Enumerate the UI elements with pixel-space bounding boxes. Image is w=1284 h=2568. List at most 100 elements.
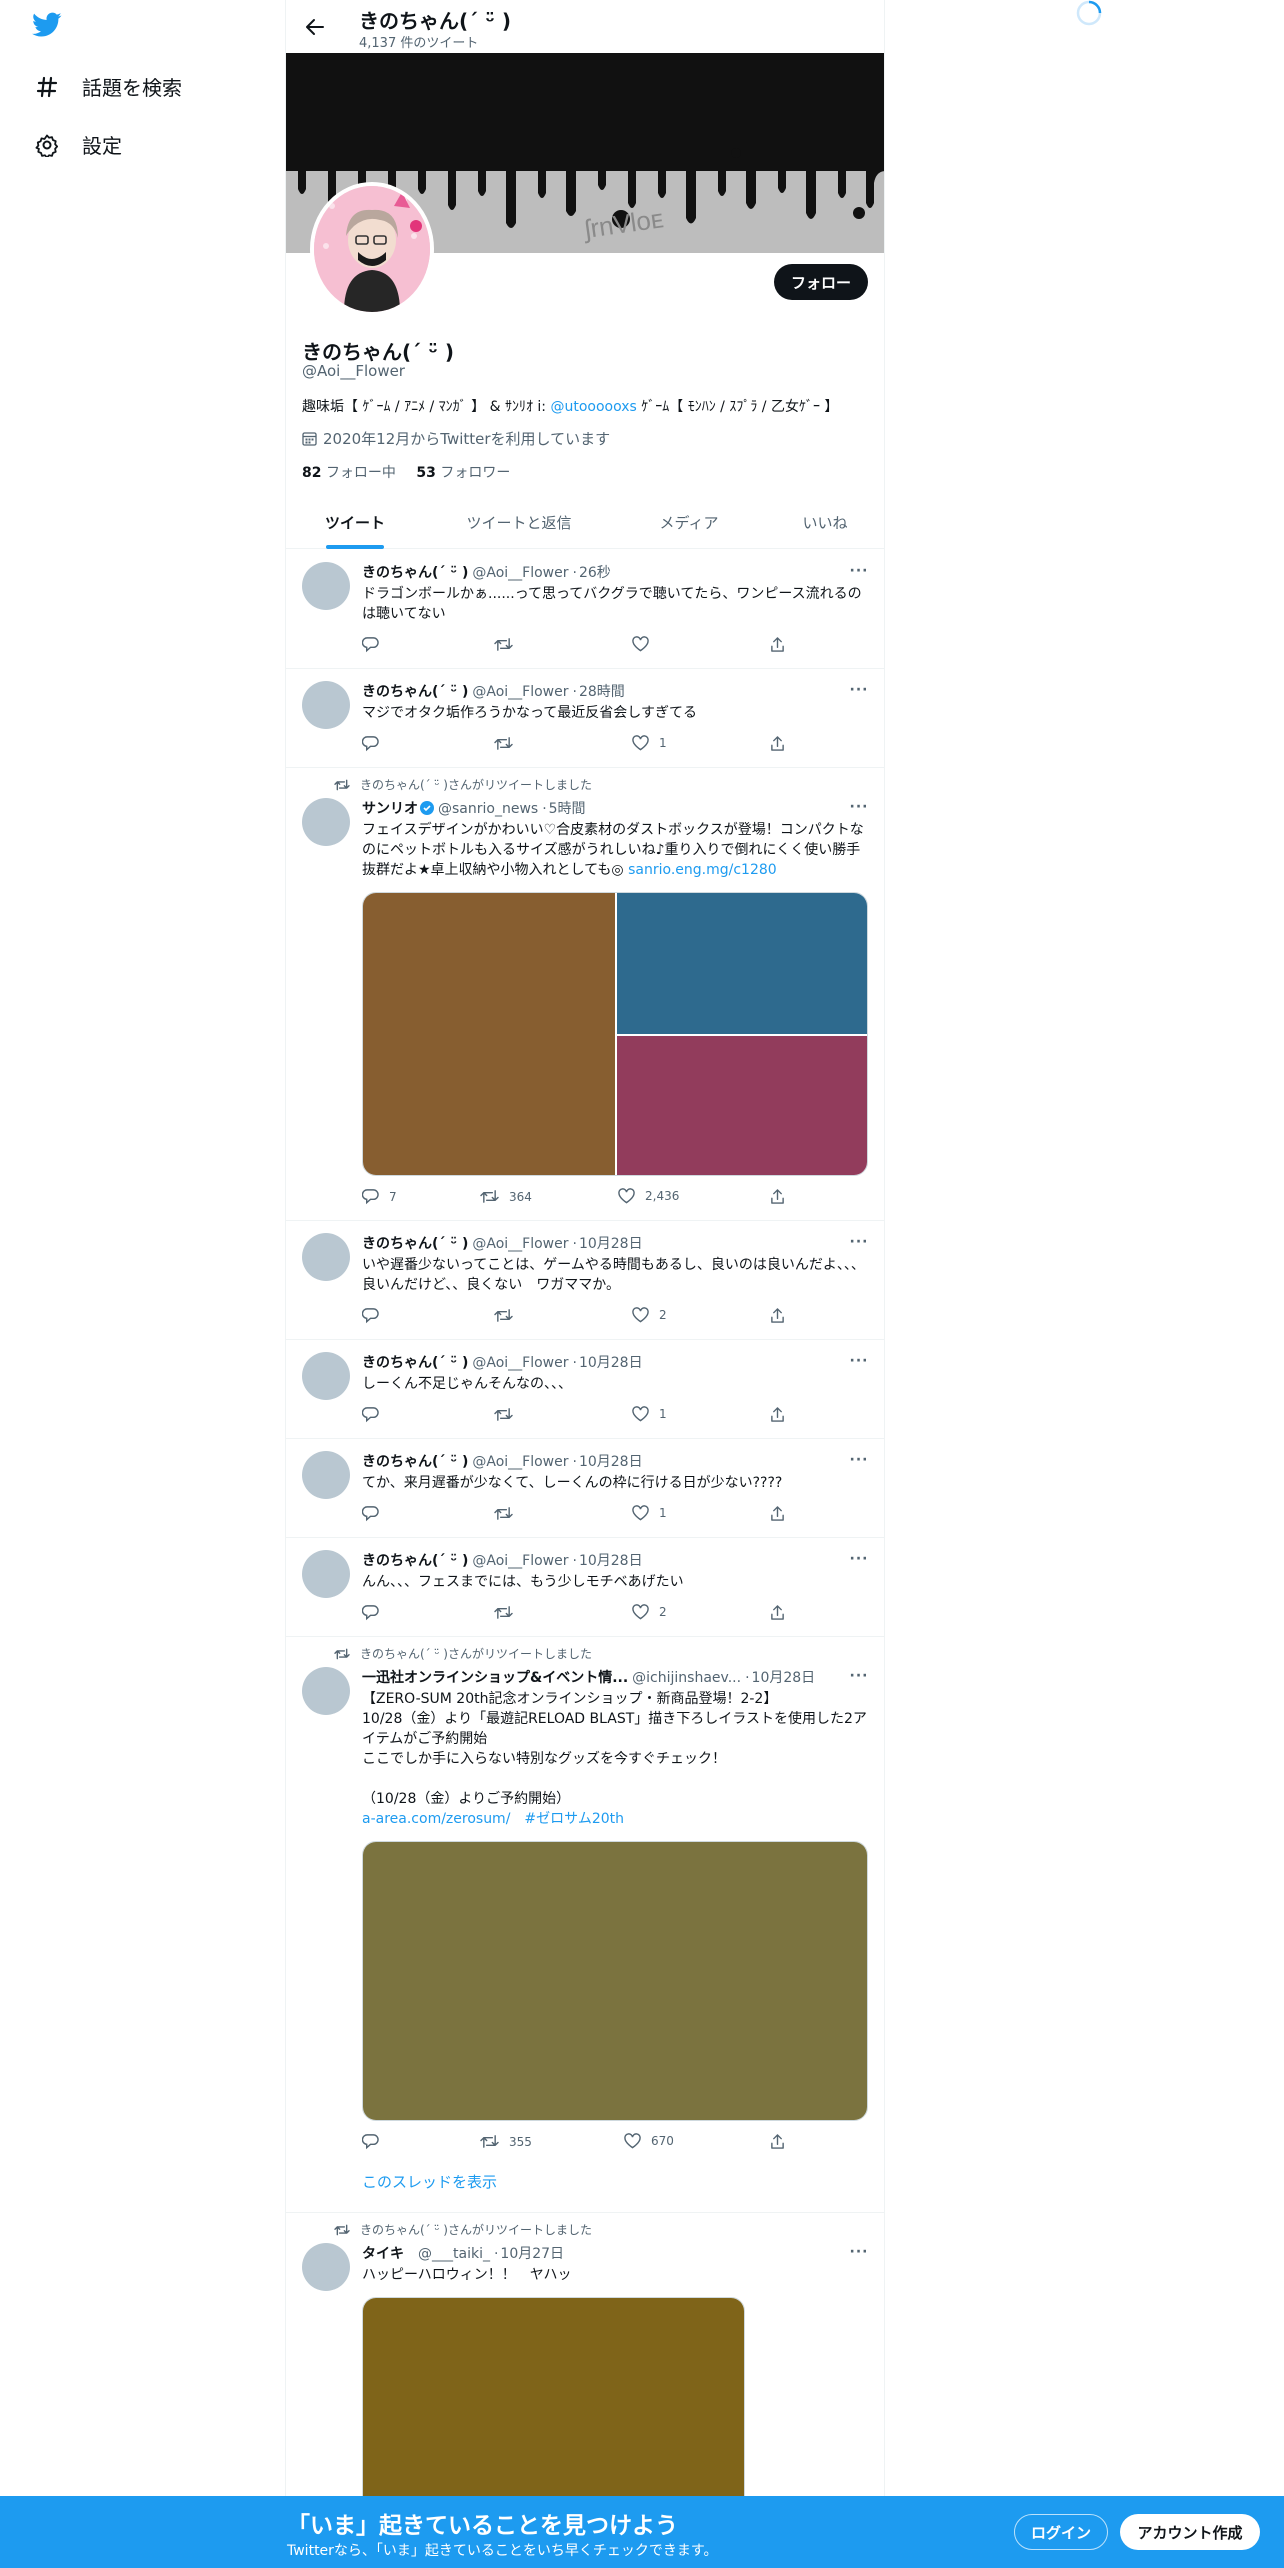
retweet-context-text[interactable]: きのちゃん(´ ᵕ̈ )さんがリツイートしました — [360, 2221, 592, 2238]
tweet-link[interactable]: sanrio.eng.mg/c1280 — [628, 862, 777, 878]
tweet-avatar[interactable] — [302, 1550, 350, 1598]
tweet[interactable]: きのちゃん(´ ᵕ̈ ) @Aoi__Flower · 10月28日 ··· しーくん… — [286, 1340, 884, 1439]
tweet-time[interactable]: 10月28日 — [579, 1355, 643, 1371]
followers-link[interactable]: 53 フォロワー — [416, 465, 510, 481]
share-button[interactable] — [770, 1188, 795, 1205]
reply-button[interactable] — [362, 735, 389, 752]
like-button[interactable]: 1 — [632, 735, 667, 751]
share-button[interactable] — [770, 636, 795, 653]
more-options-icon[interactable]: ··· — [848, 1352, 870, 1370]
share-button[interactable] — [770, 735, 795, 752]
back-arrow-icon[interactable] — [300, 12, 330, 42]
media-image[interactable] — [363, 893, 615, 1175]
tweet[interactable]: きのちゃん(´ ᵕ̈ )さんがリツイートしました 一迅社オンラインショップ&イベ… — [286, 1637, 884, 2213]
nav-item-settings[interactable]: 設定 — [34, 130, 122, 159]
tweet-avatar[interactable] — [302, 1352, 350, 1400]
retweet-button[interactable] — [494, 1604, 523, 1621]
tweet-author-handle[interactable]: @Aoi__Flower — [472, 684, 568, 700]
reply-button[interactable] — [362, 2133, 389, 2150]
tweet[interactable]: きのちゃん(´ ᵕ̈ ) @Aoi__Flower · 10月28日 ··· てか、来… — [286, 1439, 884, 1538]
more-options-icon[interactable]: ··· — [848, 798, 870, 816]
more-options-icon[interactable]: ··· — [848, 1550, 870, 1568]
retweet-button[interactable] — [494, 1406, 523, 1423]
tweet-author-handle[interactable]: @sanrio_news — [438, 801, 538, 817]
retweet-button[interactable] — [494, 636, 523, 653]
following-link[interactable]: 82 フォロー中 — [302, 465, 396, 481]
tweet-author-handle[interactable]: @Aoi__Flower — [472, 565, 568, 581]
tab-likes[interactable]: いいね — [764, 496, 884, 549]
tweet-time[interactable]: 26秒 — [579, 565, 611, 581]
tweet[interactable]: きのちゃん(´ ᵕ̈ ) @Aoi__Flower · 10月28日 ··· んん、、… — [286, 1538, 884, 1637]
login-button[interactable]: ログイン — [1014, 2514, 1108, 2550]
retweet-button[interactable] — [494, 735, 523, 752]
more-options-icon[interactable]: ··· — [848, 2243, 870, 2261]
tweet-author-name[interactable]: サンリオ — [362, 801, 418, 817]
more-options-icon[interactable]: ··· — [848, 562, 870, 580]
tweet-avatar[interactable] — [302, 562, 350, 610]
retweet-button[interactable] — [494, 1505, 523, 1522]
tweet-author-handle[interactable]: @Aoi__Flower — [472, 1236, 568, 1252]
nav-item-explore[interactable]: 話題を検索 — [34, 72, 182, 101]
like-button[interactable]: 1 — [632, 1505, 667, 1521]
reply-button[interactable] — [362, 1604, 389, 1621]
twitter-logo-icon[interactable] — [32, 12, 66, 46]
tweet-author-handle[interactable]: @Aoi__Flower — [472, 1553, 568, 1569]
tweet[interactable]: きのちゃん(´ ᵕ̈ ) @Aoi__Flower · 26秒 ··· ドラゴンボール… — [286, 550, 884, 669]
tweet-author-name[interactable]: きのちゃん(´ ᵕ̈ ) — [362, 1355, 468, 1371]
share-button[interactable] — [770, 1505, 795, 1522]
tweet-author-name[interactable]: タイキ — [362, 2246, 404, 2262]
tweet-time[interactable]: 10月28日 — [579, 1236, 643, 1252]
reply-button[interactable] — [362, 1406, 389, 1423]
more-options-icon[interactable]: ··· — [848, 1233, 870, 1251]
reply-button[interactable] — [362, 1505, 389, 1522]
tweet-time[interactable]: 28時間 — [579, 684, 625, 700]
tweet-avatar[interactable] — [302, 681, 350, 729]
retweet-button[interactable]: 355 — [480, 2133, 532, 2150]
more-options-icon[interactable]: ··· — [848, 1451, 870, 1469]
tweet-time[interactable]: 10月28日 — [752, 1670, 816, 1686]
tweet-avatar[interactable] — [302, 1233, 350, 1281]
media-image[interactable] — [617, 893, 867, 1034]
tweet-link[interactable]: a-area.com/zerosum/ #ゼロサム20th — [362, 1811, 624, 1827]
tweet-time[interactable]: 5時間 — [549, 801, 586, 817]
show-thread-link[interactable]: このスレッドを表示 — [362, 2171, 497, 2192]
tweet-time[interactable]: 10月28日 — [579, 1454, 643, 1470]
like-button[interactable] — [632, 636, 659, 652]
tweet-avatar[interactable] — [302, 1451, 350, 1499]
share-button[interactable] — [770, 2133, 795, 2150]
retweet-context-text[interactable]: きのちゃん(´ ᵕ̈ )さんがリツイートしました — [360, 776, 592, 793]
tweet[interactable]: きのちゃん(´ ᵕ̈ )さんがリツイートしました サンリオ @sanrio_new… — [286, 768, 884, 1221]
tab-tweets-and-replies[interactable]: ツイートと返信 — [424, 496, 614, 549]
media-image[interactable] — [363, 1842, 867, 2120]
reply-button[interactable] — [362, 636, 389, 653]
tweet-author-name[interactable]: 一迅社オンラインショップ&イベント情... — [362, 1670, 628, 1686]
follow-button[interactable]: フォロー — [774, 264, 868, 300]
retweet-context-text[interactable]: きのちゃん(´ ᵕ̈ )さんがリツイートしました — [360, 1645, 592, 1662]
tab-media[interactable]: メディア — [614, 496, 764, 549]
share-button[interactable] — [770, 1307, 795, 1324]
tweet-time[interactable]: 10月28日 — [579, 1553, 643, 1569]
share-button[interactable] — [770, 1406, 795, 1423]
share-button[interactable] — [770, 1604, 795, 1621]
tweet-author-name[interactable]: きのちゃん(´ ᵕ̈ ) — [362, 1553, 468, 1569]
profile-avatar[interactable] — [310, 182, 434, 316]
like-button[interactable]: 2,436 — [618, 1188, 679, 1204]
tweet-media[interactable] — [362, 1841, 868, 2121]
tweet-author-name[interactable]: きのちゃん(´ ᵕ̈ ) — [362, 684, 468, 700]
tab-tweets[interactable]: ツイート — [286, 496, 424, 549]
tweet[interactable]: きのちゃん(´ ᵕ̈ ) @Aoi__Flower · 10月28日 ··· いや遅番… — [286, 1221, 884, 1340]
like-button[interactable]: 670 — [624, 2133, 674, 2149]
tweet[interactable]: きのちゃん(´ ᵕ̈ ) @Aoi__Flower · 28時間 ··· マジでオタク… — [286, 669, 884, 768]
tweet-author-name[interactable]: きのちゃん(´ ᵕ̈ ) — [362, 1454, 468, 1470]
tweet-author-handle[interactable]: @___taiki_ — [418, 2246, 490, 2262]
tweet-time[interactable]: 10月27日 — [500, 2246, 564, 2262]
reply-button[interactable]: 7 — [362, 1188, 397, 1205]
tweet-author-handle[interactable]: @ichijinshaev... — [632, 1670, 741, 1686]
signup-button[interactable]: アカウント作成 — [1120, 2514, 1260, 2550]
retweet-button[interactable] — [494, 1307, 523, 1324]
tweet-author-name[interactable]: きのちゃん(´ ᵕ̈ ) — [362, 1236, 468, 1252]
retweet-button[interactable]: 364 — [480, 1188, 532, 1205]
media-image[interactable] — [617, 1036, 867, 1175]
more-options-icon[interactable]: ··· — [848, 681, 870, 699]
like-button[interactable]: 2 — [632, 1307, 667, 1323]
